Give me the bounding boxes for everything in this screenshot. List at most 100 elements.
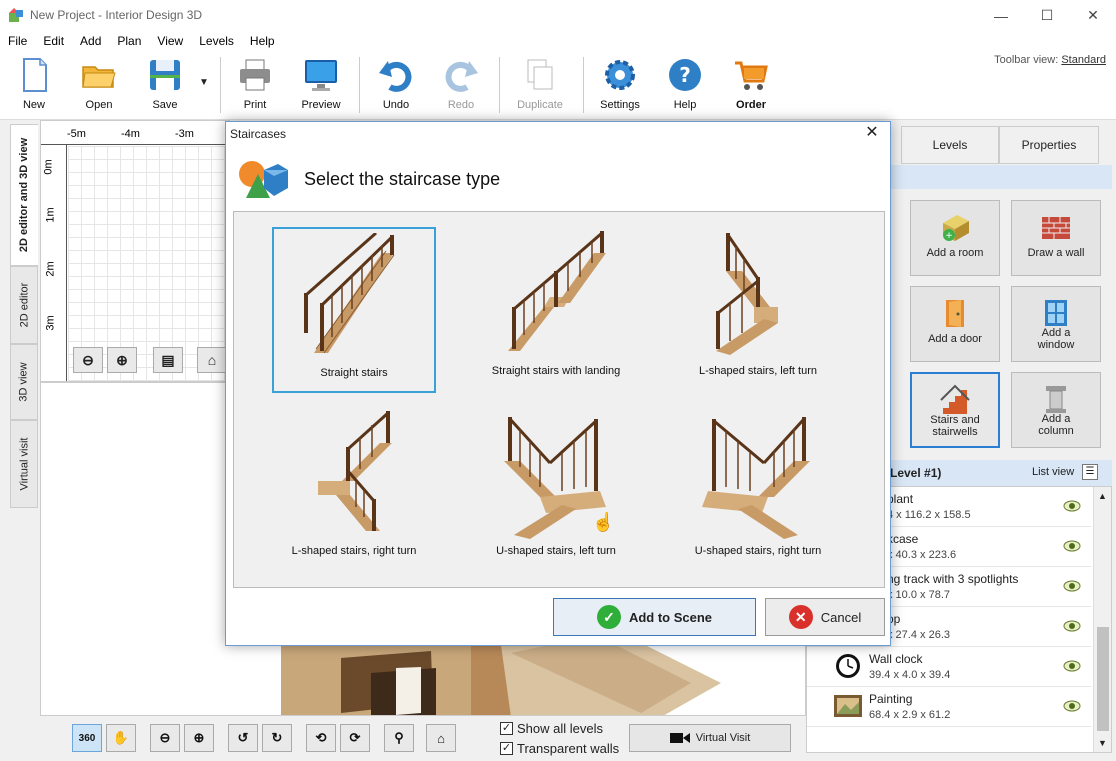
redo-icon [443,57,479,93]
visibility-eye-icon[interactable] [1063,540,1081,552]
minimize-button[interactable]: — [978,0,1024,31]
toolbar-view-link[interactable]: Standard [1061,54,1106,66]
zoom-in-3d-button[interactable]: ⊕ [184,724,214,752]
menu-file[interactable]: File [0,31,35,51]
visibility-eye-icon[interactable] [1063,700,1081,712]
visibility-eye-icon[interactable] [1063,620,1081,632]
menu-help[interactable]: Help [242,31,283,51]
rotate-360-button[interactable]: 360 [72,724,102,752]
list-item[interactable]: Wall clock 39.4 x 4.0 x 39.4 [807,647,1091,687]
show-all-levels-checkbox[interactable]: ✓ Show all levels [500,721,603,736]
home-3d-button[interactable]: ⌂ [426,724,456,752]
menu-add[interactable]: Add [72,31,109,51]
add-column-tile[interactable]: Add a column [1011,372,1101,448]
list-scrollbar[interactable]: ▲ ▼ [1093,487,1111,752]
scroll-up-icon[interactable]: ▲ [1094,491,1111,501]
l-shaped-left-label: L-shaped stairs, left turn [698,365,817,377]
print-button[interactable]: Print [224,57,286,115]
straight-stairs-option[interactable]: Straight stairs [272,227,436,393]
u-shaped-right-option[interactable]: U-shaped stairs, right turn [676,407,840,573]
home-view-button[interactable]: ⌂ [197,347,227,373]
add-window-tile[interactable]: Add a window [1011,286,1101,362]
zoom-out-button[interactable]: ⊖ [73,347,103,373]
menu-plan[interactable]: Plan [109,31,149,51]
measure-button[interactable]: ▤ [153,347,183,373]
undo-button[interactable]: Undo [365,57,427,115]
cancel-button[interactable]: ✕ Cancel [765,598,885,636]
save-dropdown-icon[interactable]: ▼ [199,77,209,88]
l-shaped-left-option[interactable]: L-shaped stairs, left turn [676,227,840,393]
orbit-right-button[interactable]: ⟳ [340,724,370,752]
tab-2d-editor[interactable]: 2D editor [10,266,38,344]
zoom-out-3d-button[interactable]: ⊖ [150,724,180,752]
order-button[interactable]: Order [720,57,782,115]
l-shaped-right-option[interactable]: L-shaped stairs, right turn [272,407,436,573]
straight-landing-option[interactable]: Straight stairs with landing [474,227,638,393]
virtual-visit-button[interactable]: Virtual Visit [629,724,791,752]
stairs-tile[interactable]: Stairs and stairwells [910,372,1000,448]
help-button[interactable]: ? Help [654,57,716,115]
scroll-thumb[interactable] [1097,627,1109,731]
rotate-right-button[interactable]: ↻ [262,724,292,752]
list-view-icon[interactable]: ☰ [1082,464,1098,480]
u-shaped-left-option[interactable]: U-shaped stairs, left turn [474,407,638,573]
close-window-button[interactable]: ✕ [1070,0,1116,31]
scroll-down-icon[interactable]: ▼ [1098,738,1107,748]
settings-button[interactable]: Settings [589,57,651,115]
ruler-horizontal: -5m -4m -3m [41,121,229,145]
dialog-close-button[interactable]: ✕ [862,124,882,142]
svg-text:+: + [945,231,953,241]
add-door-tile[interactable]: Add a door [910,286,1000,362]
main-toolbar: New Open Save ▼ Print Preview Undo Redo … [0,51,1116,120]
list-view-label[interactable]: List view [1032,466,1074,478]
straight-stairs-icon [294,231,414,363]
maximize-button[interactable]: ☐ [1024,0,1070,31]
zoom-in-icon: ⊕ [116,351,128,368]
zoom-in-button[interactable]: ⊕ [107,347,137,373]
add-window-label: Add a window [1037,327,1075,351]
video-camera-icon [669,732,690,744]
rotate-left-button[interactable]: ↺ [228,724,258,752]
add-to-scene-button[interactable]: ✓ Add to Scene [553,598,756,636]
duplicate-button[interactable]: Duplicate [509,57,571,115]
print-label: Print [243,99,267,111]
save-icon [147,57,183,93]
l-shaped-left-stairs-icon [698,231,818,361]
menu-edit[interactable]: Edit [35,31,72,51]
toolbar-separator [359,57,360,113]
u-shaped-right-stairs-icon [698,411,818,541]
draw-wall-tile[interactable]: Draw a wall [1011,200,1101,276]
tab-virtual-visit[interactable]: Virtual visit [10,420,38,508]
rotate-right-icon: ↻ [271,730,283,745]
tab-properties[interactable]: Properties [999,126,1099,164]
lighting-button[interactable]: ⚲ [384,724,414,752]
lightbulb-icon: ⚲ [394,730,404,745]
add-room-tile[interactable]: + Add a room [910,200,1000,276]
visibility-eye-icon[interactable] [1063,580,1081,592]
cancel-x-icon: ✕ [788,605,813,629]
editor-2d[interactable]: -5m -4m -3m 0m 1m 2m 3m ⊖ ⊕ ▤ ⌂ [40,120,230,382]
visibility-eye-icon[interactable] [1063,500,1081,512]
orbit-left-button[interactable]: ⟲ [306,724,336,752]
help-label: Help [673,99,697,111]
menu-view[interactable]: View [149,31,191,51]
l-shaped-right-stairs-icon [294,411,414,541]
open-button[interactable]: Open [68,57,130,115]
menu-levels[interactable]: Levels [191,31,242,51]
tab-3d-view[interactable]: 3D view [10,344,38,420]
save-button[interactable]: Save [134,57,196,115]
list-item[interactable]: Painting 68.4 x 2.9 x 61.2 [807,687,1091,727]
door-icon [939,297,971,329]
room-icon: + [939,211,971,243]
printer-icon [237,57,273,93]
visibility-eye-icon[interactable] [1063,660,1081,672]
settings-label: Settings [600,99,640,111]
redo-button[interactable]: Redo [430,57,492,115]
transparent-walls-checkbox[interactable]: ✓ Transparent walls [500,741,619,756]
pan-button[interactable]: ✋ [106,724,136,752]
tab-2d-3d-view[interactable]: 2D editor and 3D view [10,124,38,266]
object-name: Painting [869,692,913,706]
new-button[interactable]: New [3,57,65,115]
preview-button[interactable]: Preview [290,57,352,115]
tab-levels[interactable]: Levels [901,126,999,164]
